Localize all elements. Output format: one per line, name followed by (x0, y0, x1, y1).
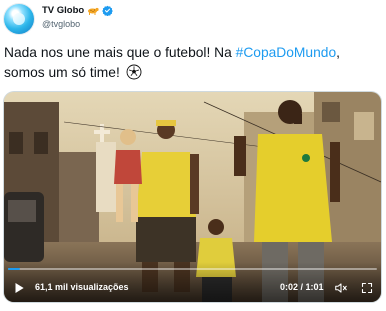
name-row: TV Globo (42, 5, 114, 16)
video-controls: 61,1 mil visualizações 0:02 / 1:01 (4, 262, 381, 302)
display-name[interactable]: TV Globo (42, 5, 84, 16)
hashtag-link[interactable]: #CopaDoMundo (236, 45, 336, 60)
timecode: 0:02 / 1:01 (280, 282, 324, 292)
video-player[interactable]: 61,1 mil visualizações 0:02 / 1:01 (4, 92, 381, 302)
verified-badge-icon (102, 5, 114, 16)
avatar-globe-logo (13, 13, 25, 25)
view-count: 61,1 mil visualizações (35, 282, 129, 292)
jaguar-emoji-icon (88, 7, 99, 15)
volume-muted-icon[interactable] (334, 281, 348, 295)
handle[interactable]: @tvglobo (42, 19, 80, 29)
fullscreen-icon[interactable] (361, 282, 373, 294)
play-icon[interactable] (12, 281, 26, 295)
soccer-ball-icon (126, 64, 142, 80)
tweet-text: Nada nos une mais que o futebol! Na #Cop… (4, 43, 382, 83)
progress-fill (8, 268, 21, 270)
tweet-text-part1: Nada nos une mais que o futebol! Na (4, 45, 236, 60)
progress-bar[interactable] (8, 268, 377, 270)
tweet-header: TV Globo @tvglobo (0, 0, 386, 34)
avatar[interactable] (4, 4, 34, 34)
